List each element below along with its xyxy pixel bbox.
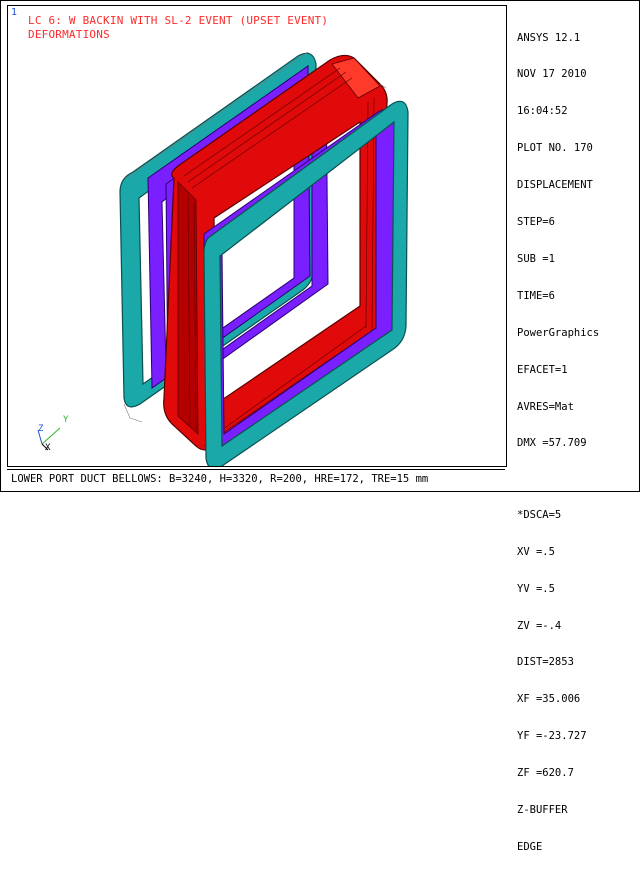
triad-z-label: Z [38,424,44,434]
info-line: DMX =57.709 [517,437,587,450]
info-line: PowerGraphics [517,326,600,339]
view-line: EDGE [517,840,543,853]
info-line: 16:04:52 [517,105,568,118]
graphics-viewport[interactable]: 1 LC 6: W BACKIN WITH SL-2 EVENT (UPSET … [7,5,507,467]
info-line: EFACET=1 [517,363,568,376]
bellows-model [119,51,409,466]
info-line: SUB =1 [517,252,555,265]
info-line: NOV 17 2010 [517,68,587,81]
view-line: DIST=2853 [517,656,574,669]
info-line: AVRES=Mat [517,400,574,413]
view-line: XF =35.006 [517,693,581,706]
view-line: YF =-23.727 [517,730,587,743]
info-line: STEP=6 [517,216,555,229]
info-line: ANSYS 12.1 [517,31,581,44]
view-line: YV =.5 [517,582,555,595]
plot-info-panel: ANSYS 12.1 NOV 17 2010 16:04:52 PLOT NO.… [517,7,635,878]
view-line: Z-BUFFER [517,804,568,816]
info-line: TIME=6 [517,289,555,302]
view-line: ZV =-.4 [517,619,562,632]
plot-footer: LOWER PORT DUCT BELLOWS: B=3240, H=3320,… [7,469,505,490]
triad-y-label: Y [63,415,69,425]
view-line: ZF =620.7 [517,767,574,780]
triad-x-label: X [45,443,51,453]
view-line: *DSCA=5 [517,508,562,521]
info-gap [517,474,635,484]
footer-caption: LOWER PORT DUCT BELLOWS: B=3240, H=3320,… [11,473,429,485]
info-line: PLOT NO. 170 [517,142,593,155]
ansys-graphics-window: 1 LC 6: W BACKIN WITH SL-2 EVENT (UPSET … [0,0,640,853]
info-line: DISPLACEMENT [517,179,593,192]
view-line: XV =.5 [517,545,555,558]
